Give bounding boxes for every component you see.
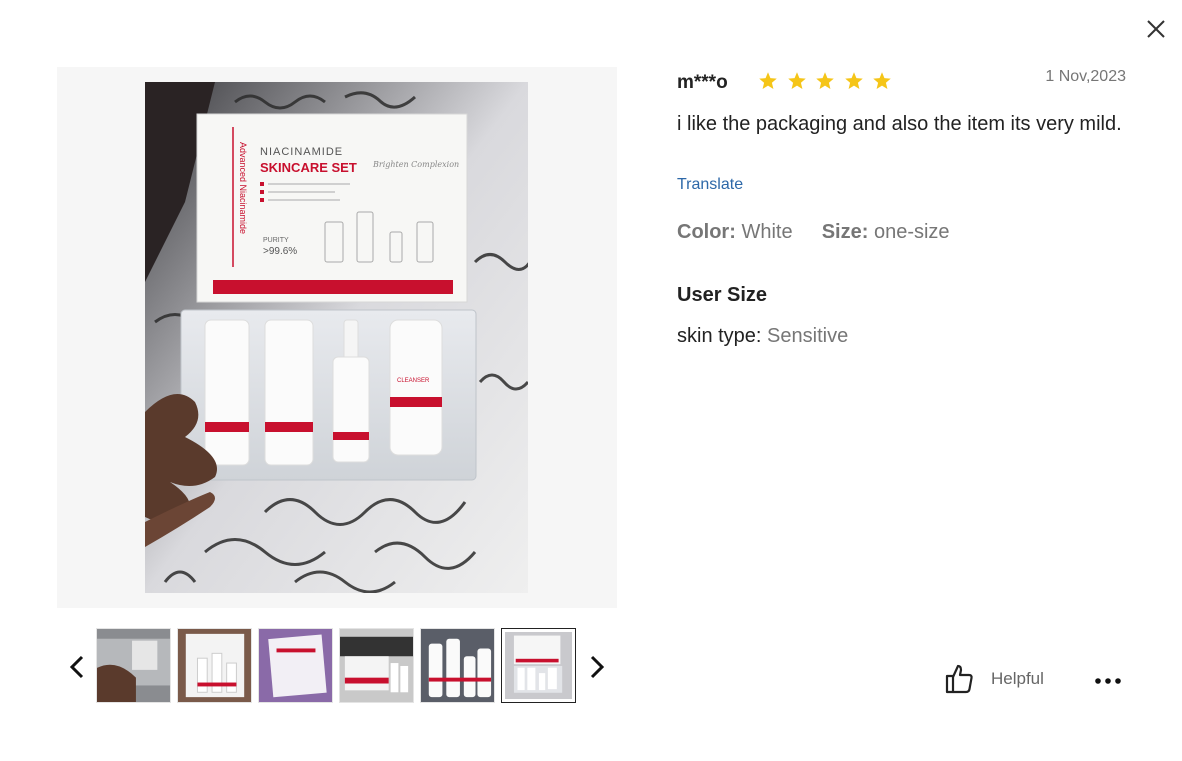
thumbnail-3[interactable]	[258, 628, 333, 703]
star-icon	[759, 72, 777, 89]
review-photo[interactable]: NIACINAMIDE SKINCARE SET Brighten Comple…	[145, 82, 528, 593]
reviewer-name: m***o	[677, 72, 728, 93]
thumbnail-strip	[96, 628, 576, 703]
review-date: 1 Nov,2023	[1045, 68, 1126, 85]
box-title: SKINCARE SET	[260, 160, 357, 175]
review-modal: NIACINAMIDE SKINCARE SET Brighten Comple…	[0, 0, 1182, 761]
photo-viewer: NIACINAMIDE SKINCARE SET Brighten Comple…	[57, 67, 617, 608]
box-side-text: Advanced Niacinamide	[238, 142, 248, 234]
size-value: one-size	[873, 221, 950, 243]
skin-type-value: Sensitive	[767, 325, 849, 347]
helpful-label: Helpful	[991, 669, 1044, 688]
more-dots-icon	[1095, 678, 1121, 684]
color-value: White	[741, 221, 793, 243]
close-button[interactable]	[1142, 15, 1170, 43]
product-attributes: Color: White Size: one-size	[677, 221, 950, 244]
skin-type: skin type: Sensitive	[677, 325, 848, 348]
thumbnail-1[interactable]	[96, 628, 171, 703]
size-key: Size:	[821, 221, 869, 243]
more-options-button[interactable]	[1094, 670, 1124, 692]
skin-type-key: skin type:	[677, 325, 762, 347]
box-script-text: Brighten Complexion	[372, 160, 459, 169]
translate-link[interactable]: Translate	[677, 176, 743, 194]
thumbnail-6[interactable]	[501, 628, 576, 703]
thumbs-up-icon	[945, 664, 973, 694]
box-purity-label: PURITY	[263, 237, 289, 244]
star-icon	[816, 72, 834, 89]
thumbnail-5[interactable]	[420, 628, 495, 703]
thumbnail-4[interactable]	[339, 628, 414, 703]
box-purity-value: >99.6%	[263, 246, 297, 257]
chevron-right-icon	[590, 655, 605, 679]
next-image-button[interactable]	[585, 652, 607, 682]
box-brand-line: NIACINAMIDE	[260, 146, 343, 158]
color-key: Color:	[677, 221, 736, 243]
star-icon	[787, 72, 806, 89]
star-rating	[758, 71, 901, 91]
chevron-left-icon	[69, 655, 84, 679]
star-icon	[845, 72, 863, 89]
thumbnail-2[interactable]	[177, 628, 252, 703]
review-text: i like the packaging and also the item i…	[677, 113, 1122, 135]
cleanser-label: CLEANSER	[397, 378, 430, 384]
star-icon	[873, 72, 892, 89]
close-icon	[1147, 20, 1165, 38]
user-size-title: User Size	[677, 284, 768, 306]
skincare-set-photo: NIACINAMIDE SKINCARE SET Brighten Comple…	[145, 82, 528, 593]
prev-image-button[interactable]	[67, 652, 89, 682]
helpful-button[interactable]: Helpful	[944, 663, 1044, 695]
